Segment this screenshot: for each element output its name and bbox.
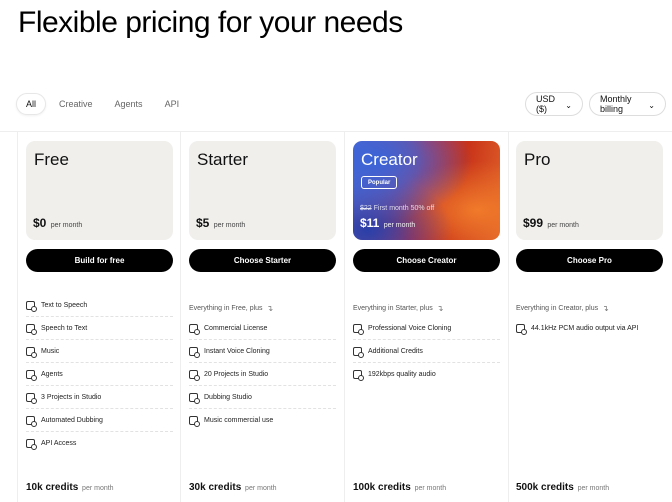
- list-item: API Access: [26, 432, 173, 455]
- choose-pro-button[interactable]: Choose Pro: [516, 249, 663, 272]
- list-item: Instant Voice Cloning: [189, 340, 336, 363]
- feature-list: 44.1kHz PCM audio output via API: [516, 317, 663, 340]
- voice-feature-icon: [26, 415, 37, 427]
- list-item: Agents: [26, 363, 173, 386]
- column-divider: [17, 131, 18, 502]
- billing-select-label: Monthly billing: [600, 94, 632, 114]
- voice-feature-icon: [26, 369, 37, 381]
- currency-select[interactable]: USD ($) ⌄: [525, 92, 583, 116]
- plan-price: $5 per month: [196, 216, 246, 230]
- voice-feature-icon: [26, 323, 37, 335]
- voice-feature-icon: [26, 439, 37, 450]
- plan-price: $11 per month: [360, 216, 416, 230]
- list-item: 44.1kHz PCM audio output via API: [516, 317, 663, 340]
- plan-hero: Starter $5 per month: [189, 141, 336, 240]
- chevron-down-icon: ⌄: [648, 100, 655, 110]
- plan-card-pro: Pro $99 per month Choose Pro Everything …: [516, 131, 663, 502]
- promo-text: $22 First month 50% off: [360, 205, 435, 212]
- pricing-selectors: USD ($) ⌄ Monthly billing ⌄: [525, 92, 666, 116]
- list-item: Text to Speech: [26, 294, 173, 317]
- curved-arrow-icon: ↴: [266, 304, 274, 313]
- curved-arrow-icon: ↴: [436, 304, 444, 313]
- voice-feature-icon: [189, 392, 200, 404]
- voice-feature-icon: [189, 346, 200, 358]
- column-divider: [344, 131, 345, 502]
- feature-list: Text to Speech Speech to Text Music Agen…: [26, 294, 173, 455]
- page-title: Flexible pricing for your needs: [18, 6, 403, 39]
- plan-name: Creator: [361, 150, 418, 169]
- list-item: Commercial License: [189, 317, 336, 340]
- plan-card-free: Free $0 per month Build for free Text to…: [26, 131, 173, 502]
- currency-select-label: USD ($): [536, 94, 556, 114]
- plan-credits: 100k credits per month: [353, 482, 447, 493]
- list-item: Speech to Text: [26, 317, 173, 340]
- list-item: Music: [26, 340, 173, 363]
- plan-price: $0 per month: [33, 216, 83, 230]
- tab-all[interactable]: All: [16, 93, 47, 115]
- voice-feature-icon: [516, 324, 527, 335]
- everything-in-label: Everything in Creator, plus ↴: [516, 304, 609, 313]
- choose-starter-button[interactable]: Choose Starter: [189, 249, 336, 272]
- feature-list: Commercial License Instant Voice Cloning…: [189, 317, 336, 432]
- list-item: Music commercial use: [189, 409, 336, 432]
- curved-arrow-icon: ↴: [602, 304, 609, 313]
- voice-feature-icon: [189, 416, 200, 427]
- tab-api[interactable]: API: [156, 93, 189, 115]
- voice-feature-icon: [353, 346, 364, 358]
- plan-price: $99 per month: [523, 216, 579, 230]
- build-for-free-button[interactable]: Build for free: [26, 249, 173, 272]
- plan-credits: 30k credits per month: [189, 482, 277, 493]
- popular-badge: Popular: [361, 176, 398, 189]
- plan-name: Free: [34, 150, 69, 169]
- tab-creative[interactable]: Creative: [50, 93, 102, 115]
- plan-credits: 500k credits per month: [516, 482, 610, 493]
- list-item: Additional Credits: [353, 340, 500, 363]
- choose-creator-button[interactable]: Choose Creator: [353, 249, 500, 272]
- list-item: Dubbing Studio: [189, 386, 336, 409]
- plan-hero: Free $0 per month: [26, 141, 173, 240]
- plan-name: Pro: [524, 150, 551, 169]
- billing-select[interactable]: Monthly billing ⌄: [589, 92, 666, 116]
- column-divider: [180, 131, 181, 502]
- tab-agents[interactable]: Agents: [106, 93, 152, 115]
- voice-feature-icon: [189, 369, 200, 381]
- feature-list: Professional Voice Cloning Additional Cr…: [353, 317, 500, 386]
- voice-feature-icon: [26, 346, 37, 358]
- filter-tabs: All Creative Agents API: [16, 93, 188, 115]
- voice-feature-icon: [353, 323, 364, 335]
- list-item: 192kbps quality audio: [353, 363, 500, 386]
- everything-in-label: Everything in Free, plus ↴: [189, 304, 274, 313]
- column-divider: [508, 131, 509, 502]
- plan-credits: 10k credits per month: [26, 482, 114, 493]
- list-item: 20 Projects in Studio: [189, 363, 336, 386]
- everything-in-label: Everything in Starter, plus ↴: [353, 304, 444, 313]
- voice-feature-icon: [189, 323, 200, 335]
- plan-hero: Pro $99 per month: [516, 141, 663, 240]
- plan-card-starter: Starter $5 per month Choose Starter Ever…: [189, 131, 336, 502]
- chevron-down-icon: ⌄: [565, 100, 572, 110]
- plan-card-creator: Creator Popular $22 First month 50% off …: [353, 131, 500, 502]
- voice-feature-icon: [26, 300, 37, 312]
- list-item: 3 Projects in Studio: [26, 386, 173, 409]
- list-item: Automated Dubbing: [26, 409, 173, 432]
- voice-feature-icon: [353, 370, 364, 381]
- list-item: Professional Voice Cloning: [353, 317, 500, 340]
- voice-feature-icon: [26, 392, 37, 404]
- plan-name: Starter: [197, 150, 249, 169]
- plan-hero: Creator Popular $22 First month 50% off …: [353, 141, 500, 240]
